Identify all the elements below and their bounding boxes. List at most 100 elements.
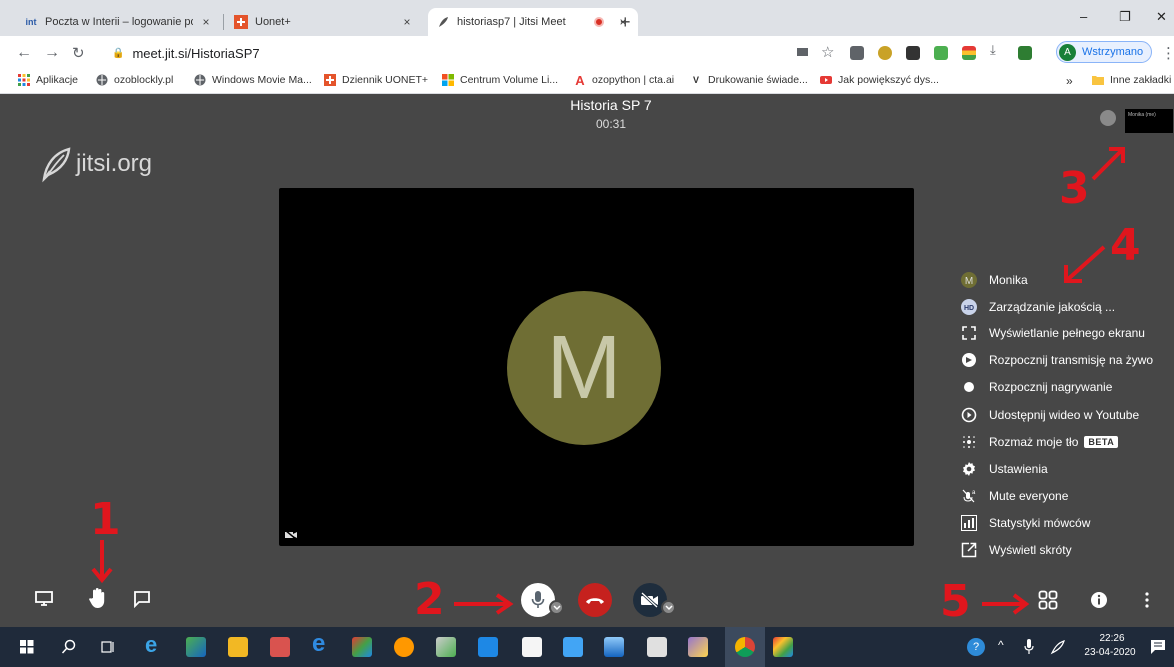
extension-icon[interactable] [1018,46,1032,60]
tab-close-icon[interactable]: × [400,15,414,29]
menu-item-share-youtube[interactable]: Udostępnij wideo w Youtube [960,404,1139,426]
menu-item-live-stream[interactable]: Rozpocznij transmisję na żywo [960,349,1153,371]
new-tab-button[interactable]: + [620,12,631,33]
menu-item-mute-everyone[interactable]: a Mute everyone [960,485,1068,507]
bookmark-ozoblockly[interactable]: ozoblockly.pl [96,74,173,86]
menu-item-quality[interactable]: HD Zarządzanie jakością ... [960,296,1115,318]
profile-button[interactable]: A Wstrzymano [1056,41,1153,63]
reload-icon[interactable]: ↻ [72,44,85,62]
browser-menu-icon[interactable]: ⋮ [1161,44,1174,62]
raise-hand-button[interactable] [84,584,112,612]
lock-icon: 🔒 [112,47,125,59]
mail-icon[interactable] [478,637,498,657]
forward-arrow-icon[interactable]: → [44,44,60,62]
bookmark-windows-movie[interactable]: Windows Movie Ma... [194,74,312,86]
info-button[interactable] [1087,588,1111,612]
microphone-icon[interactable] [1024,639,1034,655]
internet-explorer-icon[interactable]: e [145,632,165,657]
bookmark-uonet[interactable]: Dziennik UONET+ [324,74,428,86]
hangup-button[interactable] [578,583,612,617]
close-window-button[interactable]: ✕ [1156,9,1167,25]
back-arrow-icon[interactable]: ← [16,44,32,62]
clock-time[interactable]: 22:26 [1092,633,1132,644]
menu-item-recording[interactable]: Rozpocznij nagrywanie [960,376,1112,398]
fullscreen-icon [960,324,978,342]
tab-close-icon[interactable]: × [199,15,213,29]
bookmark-apps[interactable]: Aplikacje [18,74,78,86]
search-icon[interactable] [61,639,77,655]
play-circle-icon [960,406,978,424]
camera-options-button[interactable] [661,600,676,615]
youtube-icon [820,74,832,86]
store-icon[interactable] [522,637,542,657]
firefox-icon[interactable] [394,637,414,657]
menu-item-fullscreen[interactable]: Wyświetlanie pełnego ekranu [960,322,1145,344]
taskbar-app-icon[interactable] [563,637,583,657]
local-video-thumbnail[interactable]: Monika (me) [1125,109,1173,133]
annotation-number: 2 [414,574,445,625]
menu-item-label: Udostępnij wideo w Youtube [989,408,1140,422]
file-explorer-icon[interactable] [228,637,248,657]
star-icon[interactable]: ☆ [821,43,834,61]
svg-text:M: M [965,276,973,287]
taskbar-app-icon[interactable] [604,637,624,657]
menu-item-blur[interactable]: Rozmaż moje tło BETA [960,431,1119,453]
extension-icon[interactable] [906,46,920,60]
menu-item-label: Statystyki mówców [989,516,1091,530]
bookmark-drukowanie[interactable]: V Drukowanie świade... [690,74,808,86]
other-bookmarks[interactable]: Inne zakładki [1092,74,1171,86]
menu-item-label: Mute everyone [989,489,1069,503]
edge-icon[interactable]: e [312,630,332,657]
extension-icon[interactable] [850,46,864,60]
jitsi-logo[interactable]: jitsi.org [36,145,152,183]
download-icon[interactable]: ⤓ [990,42,1004,57]
more-actions-button[interactable] [1137,588,1157,612]
menu-item-shortcuts[interactable]: Wyświetl skróty [960,539,1072,561]
tile-view-button[interactable] [1036,588,1060,612]
folder-icon [1092,74,1104,86]
extension-icon[interactable] [878,46,892,60]
taskbar-app-icon[interactable] [352,637,372,657]
v-logo-icon: V [692,75,699,85]
local-user-avatar[interactable] [1100,110,1116,126]
chrome-icon[interactable] [735,637,755,657]
taskbar-app-icon[interactable] [688,637,708,657]
chat-button[interactable] [130,587,154,611]
bookmark-jak[interactable]: Jak powiększyć dys... [820,74,939,86]
more-bookmarks-icon[interactable]: » [1066,74,1073,88]
microphone-options-button[interactable] [549,600,564,615]
conference-timer: 00:31 [595,117,627,131]
camera-icon[interactable] [797,48,808,56]
clock-date[interactable]: 23-04-2020 [1080,647,1140,658]
tab-jitsi-active[interactable]: historiasp7 | Jitsi Meet × [428,8,638,36]
pen-icon[interactable] [1050,639,1066,655]
taskbar-app-icon[interactable] [647,637,667,657]
tab-interia[interactable]: int Poczta w Interii – logowanie pocz × [16,8,221,36]
help-icon[interactable]: ? [967,638,985,656]
beta-badge: BETA [1084,436,1119,448]
chevron-up-icon[interactable]: ^ [998,638,1004,652]
url-field[interactable]: 🔒 meet.jit.si/HistoriaSP7 [100,40,786,66]
minimize-button[interactable]: – [1080,9,1087,24]
windows-start-icon[interactable] [20,640,34,654]
restore-button[interactable]: ❐ [1119,9,1131,25]
screen-share-button[interactable] [32,587,56,611]
taskbar-app-icon[interactable] [186,637,206,657]
bookmark-label: ozoblockly.pl [114,74,174,86]
chevron-down-icon [664,604,673,610]
taskbar-app-icon[interactable] [436,637,456,657]
taskbar-app-icon[interactable] [270,637,290,657]
bookmark-ozopython[interactable]: A ozopython | cta.ai [574,73,674,88]
extension-icon[interactable] [934,46,948,60]
annotation-arrow-down [91,540,113,584]
menu-item-profile[interactable]: M Monika [960,269,1028,291]
extension-icon[interactable] [962,46,976,60]
menu-item-speaker-stats[interactable]: Statystyki mówców [960,512,1090,534]
bookmark-label: Jak powiększyć dys... [838,74,939,86]
taskbar-app-icon[interactable] [773,637,793,657]
notifications-icon[interactable] [1150,639,1166,655]
menu-item-settings[interactable]: Ustawienia [960,458,1048,480]
tab-uonet[interactable]: Uonet+ × [226,8,422,36]
task-view-icon[interactable] [100,639,116,655]
bookmark-volume[interactable]: Centrum Volume Li... [442,74,558,86]
